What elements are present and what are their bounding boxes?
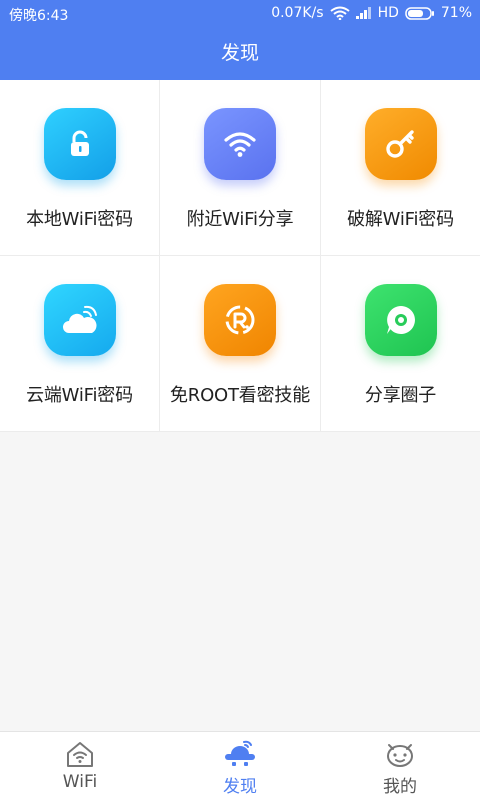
feature-root-free-view[interactable]: 免ROOT看密技能 (160, 256, 321, 432)
tab-discover[interactable]: 发现 (160, 732, 320, 800)
feature-local-wifi-password[interactable]: 本地WiFi密码 (0, 80, 160, 256)
cell-signal-icon (355, 7, 372, 19)
app-header: 傍晚6:43 0.07K/s HD 71% 发现 (0, 0, 480, 80)
key-icon (364, 108, 437, 180)
home-wifi-icon (65, 740, 95, 768)
feature-share-circle[interactable]: 分享圈子 (321, 256, 480, 432)
tab-label: 发现 (223, 777, 257, 797)
unlock-icon (43, 108, 116, 180)
root-icon (204, 284, 276, 356)
feature-label: 云端WiFi密码 (26, 385, 133, 406)
ufo-icon (223, 740, 257, 768)
feature-nearby-wifi-share[interactable]: 附近WiFi分享 (160, 80, 321, 256)
feature-crack-wifi-password[interactable]: 破解WiFi密码 (321, 80, 480, 256)
feature-label: 附近WiFi分享 (186, 209, 294, 230)
hd-label: HD (377, 5, 399, 21)
tab-label: WiFi (62, 772, 98, 792)
battery-icon (405, 6, 435, 20)
face-icon (385, 740, 415, 768)
tab-mine[interactable]: 我的 (320, 732, 480, 800)
status-indicators: 0.07K/s HD 71% (271, 5, 472, 21)
network-speed: 0.07K/s (271, 5, 324, 21)
tab-wifi[interactable]: WiFi (0, 732, 160, 800)
feature-label: 免ROOT看密技能 (169, 385, 311, 406)
feature-label: 本地WiFi密码 (26, 209, 133, 230)
cloud-wifi-icon (43, 284, 116, 356)
wifi-signal-icon (329, 6, 350, 20)
feature-grid: 本地WiFi密码 附近WiFi分享 破解WiFi密码 云端WiFi密码 免ROO… (0, 80, 480, 432)
battery-percent: 71% (440, 5, 472, 21)
page-title: 发现 (220, 42, 259, 64)
feature-label: 分享圈子 (364, 385, 437, 406)
status-time: 傍晚6:43 (9, 8, 69, 24)
tab-label: 我的 (383, 777, 417, 797)
status-bar: 傍晚6:43 0.07K/s HD 71% (0, 0, 480, 27)
wifi-icon (204, 108, 276, 180)
chat-icon (364, 284, 437, 356)
feature-cloud-wifi-password[interactable]: 云端WiFi密码 (0, 256, 160, 432)
bottom-tab-bar: WiFi 发现 我的 (0, 731, 480, 800)
feature-label: 破解WiFi密码 (347, 209, 454, 230)
